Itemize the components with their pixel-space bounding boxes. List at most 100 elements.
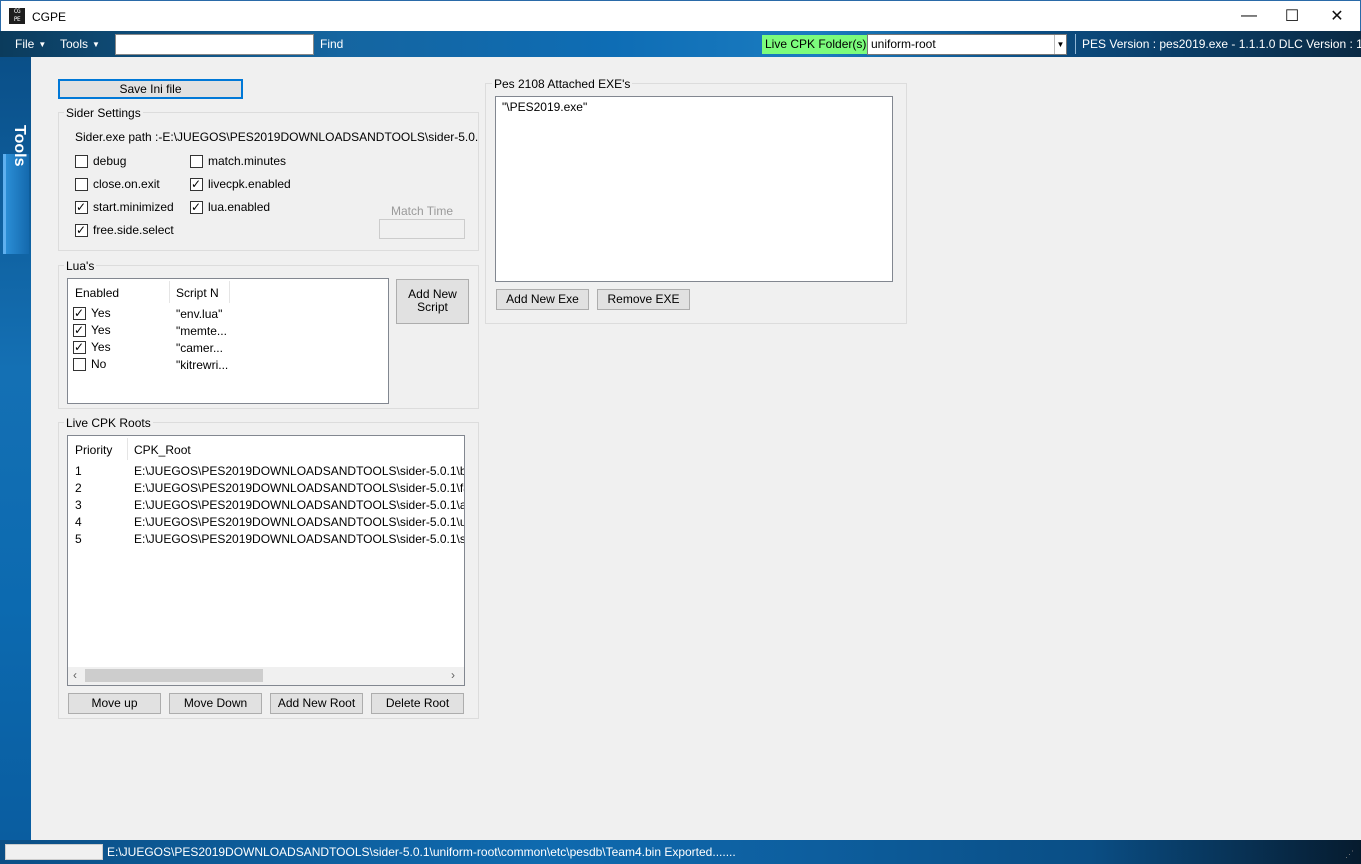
match-time-input[interactable] — [379, 219, 465, 239]
chevron-down-icon: ▼ — [38, 39, 47, 49]
menu-tools[interactable]: Tools ▼ — [60, 31, 100, 57]
option-match-minutes[interactable]: match.minutes — [190, 154, 286, 168]
checkbox-checked[interactable] — [73, 305, 86, 321]
title-bar: CG PE CGPE — ☐ ✕ — [0, 0, 1361, 31]
find-button[interactable]: Find — [320, 31, 343, 57]
list-item[interactable]: Yes — [73, 322, 111, 338]
lua-script-name: "kitrewri... — [176, 358, 229, 372]
status-bar: E:\JUEGOS\PES2019DOWNLOADSANDTOOLS\sider… — [0, 840, 1361, 864]
version-info: PES Version : pes2019.exe - 1.1.1.0 DLC … — [1082, 37, 1361, 51]
col-script[interactable]: Script N — [176, 286, 219, 300]
cpk-priority: 3 — [75, 498, 82, 512]
lua-script-name: "camer... — [176, 341, 223, 355]
window-title: CGPE — [32, 10, 67, 24]
add-new-root-button[interactable]: Add New Root — [270, 693, 363, 714]
checkbox[interactable] — [75, 177, 88, 191]
tools-tab-label[interactable]: Tools — [10, 125, 28, 166]
option-free-side-select[interactable]: free.side.select — [75, 222, 174, 238]
cpk-folder-selected: uniform-root — [871, 37, 936, 51]
app-icon: CG PE — [9, 8, 25, 24]
minimize-button[interactable]: — — [1226, 1, 1272, 31]
left-sidebar — [0, 57, 31, 840]
lua-enabled-text: No — [91, 357, 107, 371]
add-new-exe-button[interactable]: Add New Exe — [496, 289, 589, 310]
cpk-roots-list[interactable]: Priority CPK_Root 1 E:\JUEGOS\PES2019DOW… — [67, 435, 465, 686]
option-label: match.minutes — [208, 154, 287, 168]
cpk-root-path[interactable]: E:\JUEGOS\PES2019DOWNLOADSANDTOOLS\sider… — [134, 464, 464, 478]
option-label: livecpk.enabled — [208, 177, 291, 191]
cpk-priority: 1 — [75, 464, 82, 478]
cpk-root-path[interactable]: E:\JUEGOS\PES2019DOWNLOADSANDTOOLS\sider… — [134, 532, 464, 546]
column-separator — [229, 281, 230, 303]
cpk-priority: 2 — [75, 481, 82, 495]
checkbox-checked[interactable] — [190, 176, 203, 192]
list-item[interactable]: "\PES2019.exe" — [502, 100, 587, 114]
checkbox[interactable] — [73, 357, 86, 371]
col-enabled[interactable]: Enabled — [75, 286, 119, 300]
live-cpk-folder-label: Live CPK Folder(s) — [762, 35, 870, 54]
cpk-folder-select[interactable]: uniform-root ▼ — [867, 34, 1067, 55]
option-label: free.side.select — [93, 223, 174, 237]
move-up-button[interactable]: Move up — [68, 693, 161, 714]
option-livecpk-enabled[interactable]: livecpk.enabled — [190, 176, 291, 192]
attached-exes-title: Pes 2108 Attached EXE's — [492, 77, 633, 91]
cpk-root-path[interactable]: E:\JUEGOS\PES2019DOWNLOADSANDTOOLS\sider… — [134, 515, 464, 529]
option-label: lua.enabled — [208, 200, 271, 214]
close-button[interactable]: ✕ — [1314, 1, 1360, 31]
menu-file[interactable]: File ▼ — [15, 31, 46, 57]
lua-script-name: "env.lua" — [176, 307, 223, 321]
option-label: start.minimized — [93, 200, 174, 214]
list-item[interactable]: No — [73, 357, 106, 371]
scroll-left-icon[interactable]: ‹ — [73, 668, 77, 682]
tools-tab[interactable] — [3, 154, 29, 254]
add-new-script-button[interactable]: Add New Script — [396, 279, 469, 324]
menu-tools-label: Tools — [60, 37, 89, 51]
remove-exe-button[interactable]: Remove EXE — [597, 289, 690, 310]
checkbox-checked[interactable] — [190, 199, 203, 215]
column-separator — [169, 281, 170, 303]
delete-root-button[interactable]: Delete Root — [371, 693, 464, 714]
col-priority[interactable]: Priority — [75, 443, 112, 457]
dropdown-arrow-icon[interactable]: ▼ — [1054, 35, 1066, 54]
sider-exe-path: Sider.exe path :-E:\JUEGOS\PES2019DOWNLO… — [75, 130, 478, 144]
match-time-label: Match Time — [391, 204, 454, 218]
cpk-root-path[interactable]: E:\JUEGOS\PES2019DOWNLOADSANDTOOLS\sider… — [134, 481, 464, 495]
lua-script-name: "memte... — [176, 324, 227, 338]
col-cpk-root[interactable]: CPK_Root — [134, 443, 191, 457]
separator — [1075, 34, 1076, 54]
scroll-right-icon[interactable]: › — [451, 668, 455, 682]
horizontal-scrollbar[interactable]: ‹ › — [68, 667, 464, 685]
move-down-button[interactable]: Move Down — [169, 693, 262, 714]
option-debug[interactable]: debug — [75, 154, 126, 168]
checkbox-checked[interactable] — [75, 199, 88, 215]
cpk-priority: 5 — [75, 532, 82, 546]
option-lua-enabled[interactable]: lua.enabled — [190, 199, 271, 215]
menu-file-label: File — [15, 37, 35, 51]
list-item[interactable]: Yes — [73, 305, 111, 321]
checkbox-checked[interactable] — [75, 222, 88, 238]
sider-settings-title: Sider Settings — [64, 106, 143, 120]
live-cpk-roots-title: Live CPK Roots — [64, 416, 153, 430]
maximize-button[interactable]: ☐ — [1269, 1, 1315, 31]
luas-list[interactable]: Enabled Script N Yes "env.lua" Yes "memt… — [67, 278, 389, 404]
status-progress — [5, 844, 103, 860]
option-close-on-exit[interactable]: close.on.exit — [75, 177, 160, 191]
lua-enabled-text: Yes — [91, 340, 111, 354]
cpk-priority: 4 — [75, 515, 82, 529]
save-ini-button[interactable]: Save Ini file — [58, 79, 243, 99]
menu-bar: File ▼ Tools ▼ Find Live CPK Folder(s) uni… — [0, 31, 1361, 57]
scrollbar-thumb[interactable] — [85, 669, 263, 682]
option-label: close.on.exit — [93, 177, 160, 191]
attached-exes-list[interactable]: "\PES2019.exe" — [495, 96, 893, 282]
find-input[interactable] — [115, 34, 314, 55]
cpk-root-path[interactable]: E:\JUEGOS\PES2019DOWNLOADSANDTOOLS\sider… — [134, 498, 464, 512]
checkbox[interactable] — [190, 154, 203, 168]
checkbox[interactable] — [75, 154, 88, 168]
column-separator — [127, 438, 128, 460]
checkbox-checked[interactable] — [73, 322, 86, 338]
resize-grip-icon[interactable]: ⋰ — [1345, 849, 1357, 861]
option-start-minimized[interactable]: start.minimized — [75, 199, 174, 215]
list-item[interactable]: Yes — [73, 339, 111, 355]
checkbox-checked[interactable] — [73, 339, 86, 355]
option-label: debug — [93, 154, 127, 168]
